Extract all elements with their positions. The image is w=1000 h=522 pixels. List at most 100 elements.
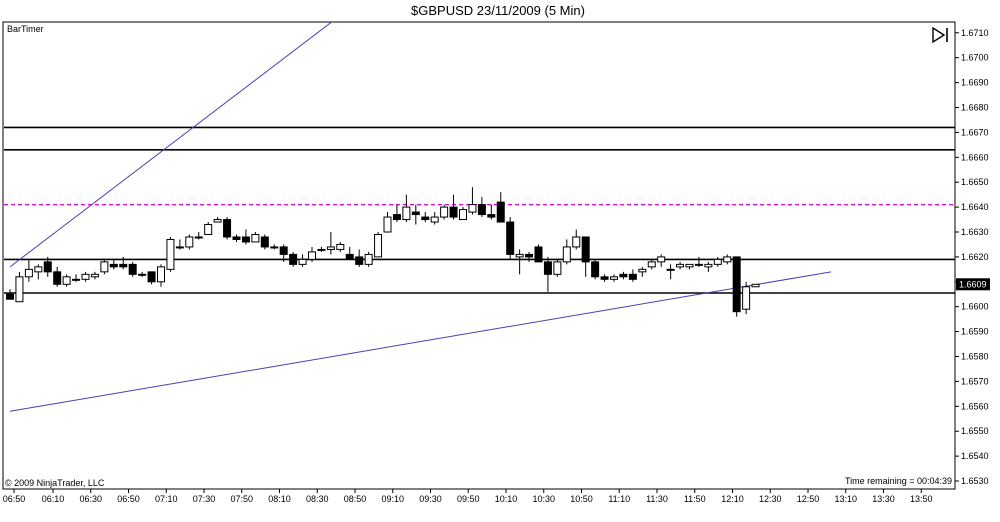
x-tick-label: 11:30 — [646, 494, 668, 504]
y-tick-label: 1.6710 — [961, 28, 989, 38]
y-tick-label: 1.6580 — [961, 352, 989, 362]
x-tick-label: 10:30 — [532, 494, 555, 504]
candle-down — [355, 256, 364, 265]
candle-down — [506, 221, 515, 255]
candle-up — [251, 233, 260, 243]
y-tick-label: 1.6550 — [961, 426, 989, 436]
candle-up — [308, 251, 316, 260]
candle-up — [90, 273, 99, 278]
last-price-label: 1.6609 — [959, 279, 987, 289]
x-tick-label: 06:10 — [42, 494, 65, 504]
candle-up — [72, 278, 81, 281]
skip-to-end-icon[interactable] — [932, 26, 948, 44]
candle-down — [223, 219, 232, 238]
y-tick-label: 1.6570 — [961, 376, 989, 386]
candle-down — [232, 236, 241, 240]
copyright-text: © 2009 NinjaTrader, LLC — [5, 478, 105, 488]
candle-up — [666, 268, 675, 271]
candle-down — [119, 263, 128, 268]
y-tick-label: 1.6670 — [961, 127, 989, 137]
candle-up — [562, 246, 571, 263]
candle-down — [43, 261, 52, 273]
candle-down — [581, 236, 590, 263]
candle-up — [317, 248, 326, 251]
y-tick-label: 1.6650 — [961, 177, 989, 187]
candle-down — [260, 236, 269, 248]
x-tick-label: 11:10 — [608, 494, 630, 504]
candle-down — [6, 293, 14, 300]
candle-up — [553, 261, 562, 275]
candle-up — [364, 253, 373, 265]
candle-up — [24, 268, 33, 278]
candle-down — [289, 253, 298, 265]
chart-panel-border — [2, 21, 956, 490]
x-tick-label: 09:30 — [419, 494, 442, 504]
candle-down — [279, 246, 288, 255]
y-tick-label: 1.6680 — [961, 103, 989, 113]
candle-down — [534, 246, 543, 263]
x-tick-label: 06:30 — [79, 494, 102, 504]
x-tick-label: 07:50 — [230, 494, 253, 504]
candle-down — [543, 261, 552, 275]
candle-up — [515, 253, 524, 258]
candle-up — [742, 286, 751, 310]
y-tick-label: 1.6530 — [961, 476, 989, 486]
candle-up — [166, 238, 175, 270]
candle-up — [157, 266, 165, 283]
candle-up — [430, 216, 439, 223]
trend-lines[interactable] — [9, 15, 832, 412]
candle-up — [638, 268, 647, 273]
candle-down — [619, 273, 628, 278]
candle-down — [128, 263, 137, 275]
candle-up — [468, 204, 477, 213]
x-tick-label: 08:50 — [344, 494, 367, 504]
candle-up — [15, 276, 24, 303]
candle-up — [704, 263, 713, 268]
y-tick-label: 1.6660 — [961, 152, 989, 162]
candle-down — [628, 273, 637, 280]
candle-up — [383, 216, 392, 233]
candle-up — [298, 258, 307, 265]
x-tick-label: 09:50 — [457, 494, 480, 504]
x-tick-label: 08:10 — [268, 494, 291, 504]
candle-down — [600, 276, 609, 280]
last-price-tag: 1.6609 — [956, 278, 990, 291]
candle-down — [53, 271, 62, 285]
candle-up — [336, 243, 345, 250]
candle-up — [270, 246, 279, 249]
time-axis: 06:50 06:10 06:30 06:50 07:10 07:30 07:50 08:10… — [3, 489, 933, 504]
x-tick-label: 06:50 — [3, 494, 26, 504]
candle-down — [496, 201, 505, 223]
x-tick-label: 08:30 — [306, 494, 329, 504]
candle-up — [694, 263, 703, 266]
candle-down — [421, 216, 430, 221]
x-tick-label: 09:10 — [381, 494, 404, 504]
candle-down — [147, 271, 156, 283]
x-tick-label: 13:30 — [872, 494, 895, 504]
candle-up — [213, 219, 222, 223]
candle-up — [685, 263, 694, 268]
candle-down — [241, 236, 250, 243]
candle-up — [402, 206, 411, 221]
candle-up — [62, 276, 71, 285]
chart-title: $GBPUSD 23/11/2009 (5 Min) — [411, 3, 585, 18]
candle-down — [477, 204, 486, 216]
y-tick-label: 1.6600 — [961, 302, 989, 312]
y-tick-label: 1.6540 — [961, 451, 989, 461]
candle-up — [175, 246, 184, 249]
candle-down — [345, 253, 354, 260]
trend-line[interactable] — [9, 15, 340, 268]
candle-down — [449, 206, 458, 218]
y-tick-label: 1.6590 — [961, 327, 989, 337]
candle-down — [411, 211, 420, 216]
candlestick-chart[interactable]: $GBPUSD 23/11/2009 (5 Min) BarTimer © 20… — [0, 0, 1000, 522]
candles — [6, 187, 760, 317]
candle-up — [100, 261, 109, 273]
candle-down — [392, 214, 401, 221]
y-tick-label: 1.6620 — [961, 252, 989, 262]
candle-up — [657, 256, 666, 263]
candle-up — [138, 273, 147, 276]
candle-up — [647, 261, 656, 268]
candle-up — [81, 273, 90, 280]
candle-up — [459, 209, 467, 221]
